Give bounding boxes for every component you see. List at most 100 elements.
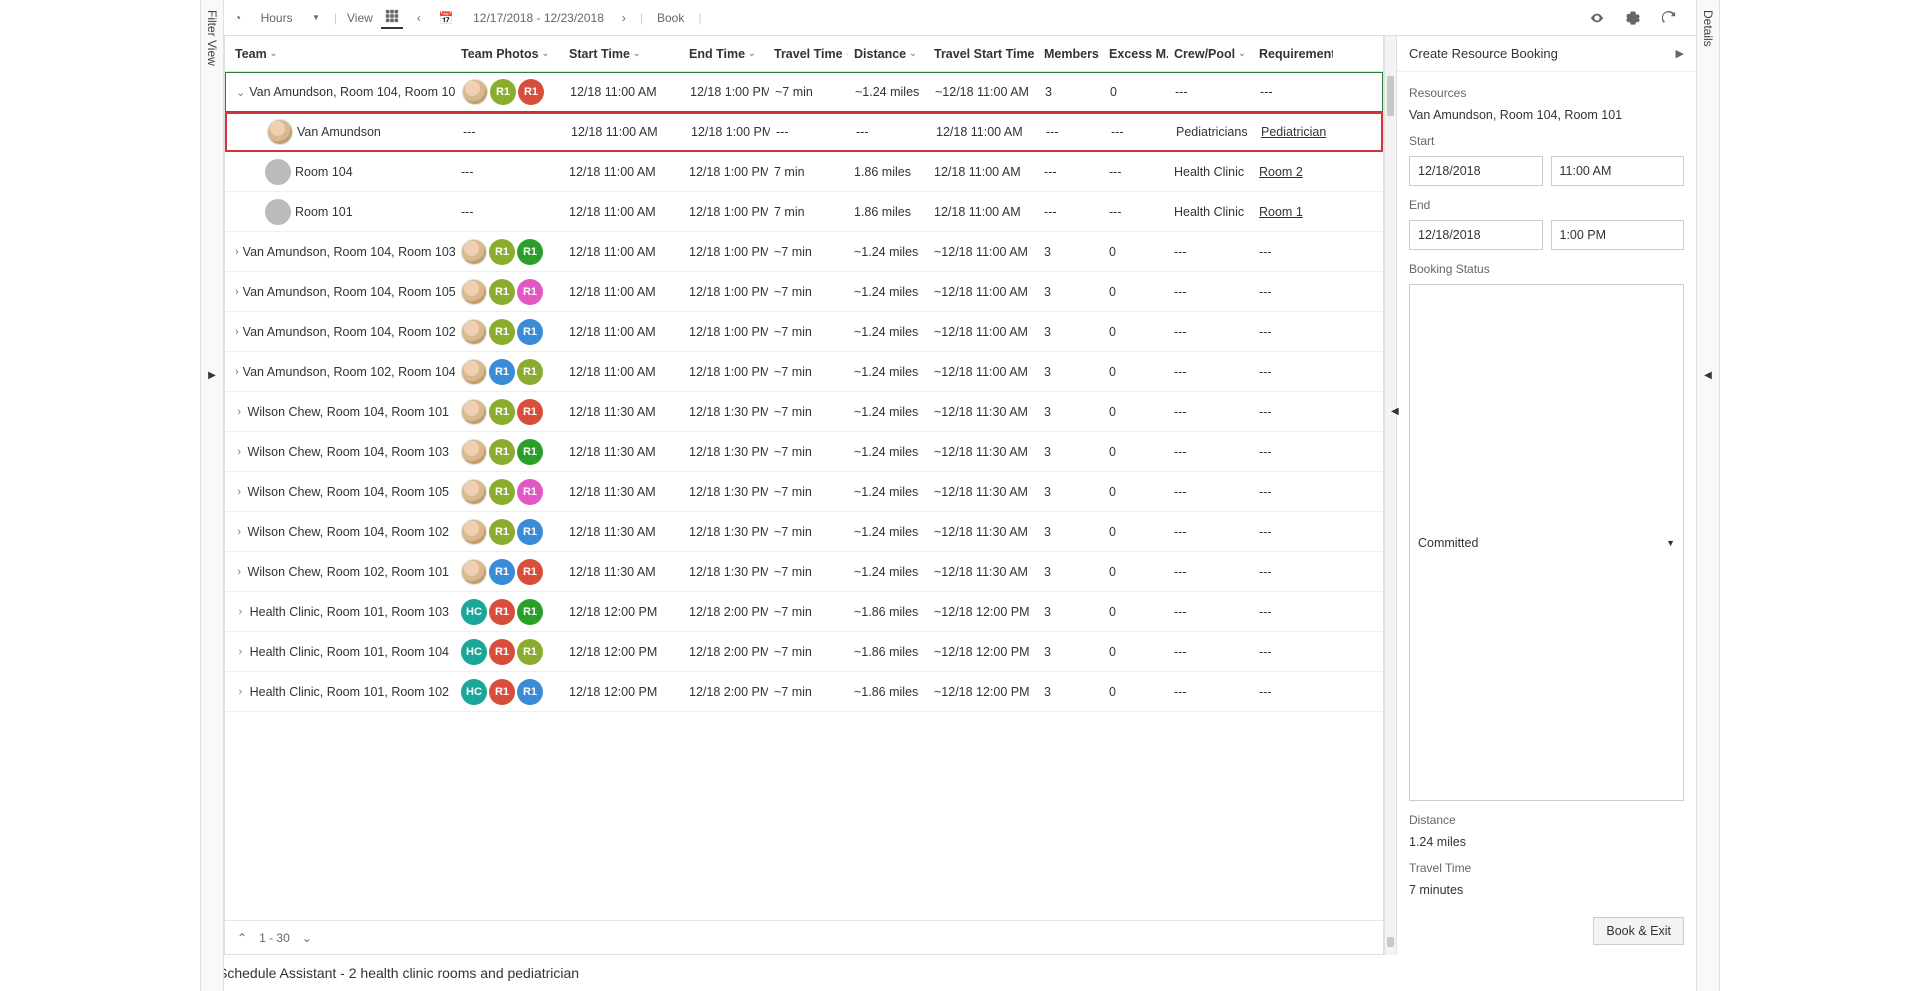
- expander-icon[interactable]: ›: [235, 406, 244, 418]
- avatar: R1: [517, 679, 543, 705]
- table-row[interactable]: ⌄Van Amundson, Room 104, Room 101R1R112/…: [225, 72, 1383, 112]
- cell-crew: ---: [1168, 445, 1253, 459]
- page-down-button[interactable]: ⌄: [302, 931, 312, 945]
- cell-start: 12/18 11:30 AM: [563, 565, 683, 579]
- team-name: Health Clinic, Room 101, Room 102: [250, 685, 449, 699]
- avatar: R1: [489, 279, 515, 305]
- scroll-thumb[interactable]: [1387, 76, 1394, 116]
- col-tstart[interactable]: Travel Start Time⌄: [928, 47, 1038, 61]
- cell-distance: ~1.24 miles: [849, 85, 929, 99]
- table-row[interactable]: ›Wilson Chew, Room 104, Room 102R1R112/1…: [225, 512, 1383, 552]
- date-range-picker[interactable]: 📅 12/17/2018 - 12/23/2018: [435, 9, 608, 27]
- col-start[interactable]: Start Time⌄: [563, 47, 683, 61]
- table-row[interactable]: ›Wilson Chew, Room 102, Room 101R1R112/1…: [225, 552, 1383, 592]
- start-time-input[interactable]: 11:00 AM: [1551, 156, 1685, 186]
- book-and-exit-button[interactable]: Book & Exit: [1593, 917, 1684, 945]
- table-row[interactable]: Van Amundson---12/18 11:00 AM12/18 1:00 …: [225, 112, 1383, 152]
- vertical-scrollbar[interactable]: [1384, 36, 1396, 955]
- col-distance[interactable]: Distance⌄: [848, 47, 928, 61]
- table-row[interactable]: ›Van Amundson, Room 104, Room 102R1R112/…: [225, 312, 1383, 352]
- view-label: View: [347, 11, 373, 25]
- cell-end: 12/18 1:00 PM: [683, 325, 768, 339]
- col-members[interactable]: Members⌄: [1038, 47, 1103, 61]
- book-button[interactable]: Book: [653, 9, 688, 27]
- table-row[interactable]: ›Health Clinic, Room 101, Room 104HCR1R1…: [225, 632, 1383, 672]
- cell-travel: ~7 min: [768, 485, 848, 499]
- chevron-right-icon[interactable]: ▶: [1676, 47, 1684, 60]
- expander-icon[interactable]: ⌄: [236, 86, 245, 99]
- table-row[interactable]: Room 104---12/18 11:00 AM12/18 1:00 PM7 …: [225, 152, 1383, 192]
- expander-icon[interactable]: ›: [235, 566, 244, 578]
- prev-button[interactable]: ‹: [413, 9, 425, 27]
- col-requirement[interactable]: Requirement⌄: [1253, 47, 1333, 61]
- cell-crew: ---: [1168, 685, 1253, 699]
- end-date-input[interactable]: 12/18/2018: [1409, 220, 1543, 250]
- table-row[interactable]: ›Wilson Chew, Room 104, Room 105R1R112/1…: [225, 472, 1383, 512]
- cell-excess: ---: [1105, 125, 1170, 139]
- hours-dropdown[interactable]: ◔ Hours ▼: [230, 9, 324, 27]
- cell-requirement: ---: [1253, 405, 1333, 419]
- col-travel[interactable]: Travel Time⌄: [768, 47, 848, 61]
- col-crew[interactable]: Crew/Pool⌄: [1168, 47, 1253, 61]
- avatar: R1: [517, 319, 543, 345]
- filter-view-panel-tab[interactable]: Filter View ▶: [200, 0, 224, 991]
- col-team[interactable]: Team⌄: [225, 47, 455, 61]
- cell-end: 12/18 1:30 PM: [683, 525, 768, 539]
- avatar: R1: [518, 79, 544, 105]
- cell-requirement[interactable]: Room 1: [1253, 205, 1333, 219]
- grid-view-button[interactable]: [381, 7, 403, 29]
- table-row[interactable]: ›Van Amundson, Room 102, Room 104R1R112/…: [225, 352, 1383, 392]
- clock-icon: ◔: [234, 11, 241, 25]
- separator: |: [640, 11, 643, 25]
- cell-travel: ~7 min: [768, 325, 848, 339]
- table-row[interactable]: ›Wilson Chew, Room 104, Room 101R1R112/1…: [225, 392, 1383, 432]
- expander-icon[interactable]: ›: [235, 686, 246, 698]
- page-up-button[interactable]: ⌃: [237, 931, 247, 945]
- end-time-input[interactable]: 1:00 PM: [1551, 220, 1685, 250]
- visibility-button[interactable]: [1586, 9, 1608, 27]
- expander-icon[interactable]: ›: [235, 286, 239, 298]
- expander-icon[interactable]: ›: [235, 606, 246, 618]
- cell-crew: ---: [1168, 605, 1253, 619]
- col-photos[interactable]: Team Photos⌄: [455, 47, 563, 61]
- expander-icon[interactable]: ›: [235, 646, 246, 658]
- cell-excess: 0: [1103, 245, 1168, 259]
- cell-crew: ---: [1168, 325, 1253, 339]
- refresh-button[interactable]: [1658, 9, 1680, 27]
- booking-status-select[interactable]: Committed ▼: [1409, 284, 1684, 801]
- cell-travel-start: ~12/18 11:30 AM: [928, 565, 1038, 579]
- distance-value: 1.24 miles: [1409, 835, 1684, 849]
- details-panel-tab[interactable]: Details ◀: [1696, 0, 1720, 991]
- table-row[interactable]: Room 101---12/18 11:00 AM12/18 1:00 PM7 …: [225, 192, 1383, 232]
- start-date-input[interactable]: 12/18/2018: [1409, 156, 1543, 186]
- table-row[interactable]: ›Health Clinic, Room 101, Room 102HCR1R1…: [225, 672, 1383, 712]
- table-row[interactable]: ›Health Clinic, Room 101, Room 103HCR1R1…: [225, 592, 1383, 632]
- expander-icon[interactable]: ›: [235, 366, 239, 378]
- settings-button[interactable]: [1622, 9, 1644, 27]
- team-photos: R1R1: [461, 519, 543, 545]
- next-button[interactable]: ›: [618, 9, 630, 27]
- team-photos: R1R1: [461, 559, 543, 585]
- col-excess[interactable]: Excess M...⌄: [1103, 47, 1168, 61]
- cell-travel: 7 min: [768, 205, 848, 219]
- expander-icon[interactable]: ›: [235, 326, 239, 338]
- team-name: Van Amundson, Room 104, Room 105: [243, 285, 455, 299]
- end-label: End: [1409, 198, 1684, 212]
- cell-requirement[interactable]: Pediatrician: [1255, 125, 1335, 139]
- cell-distance: ~1.86 miles: [848, 685, 928, 699]
- table-row[interactable]: ›Van Amundson, Room 104, Room 105R1R112/…: [225, 272, 1383, 312]
- expander-icon[interactable]: ›: [235, 486, 244, 498]
- expander-icon[interactable]: ›: [235, 446, 244, 458]
- table-row[interactable]: ›Van Amundson, Room 104, Room 103R1R112/…: [225, 232, 1383, 272]
- collapse-details-icon[interactable]: ◀: [1391, 406, 1399, 417]
- expander-icon[interactable]: ›: [235, 526, 244, 538]
- cell-excess: ---: [1103, 165, 1168, 179]
- cell-distance: 1.86 miles: [848, 205, 928, 219]
- scroll-thumb[interactable]: [1387, 937, 1394, 947]
- expander-icon[interactable]: ›: [235, 246, 239, 258]
- table-row[interactable]: ›Wilson Chew, Room 104, Room 103R1R112/1…: [225, 432, 1383, 472]
- cell-requirement[interactable]: Room 2: [1253, 165, 1333, 179]
- col-end[interactable]: End Time⌄: [683, 47, 768, 61]
- resources-label: Resources: [1409, 86, 1684, 100]
- date-range-label: 12/17/2018 - 12/23/2018: [473, 11, 604, 25]
